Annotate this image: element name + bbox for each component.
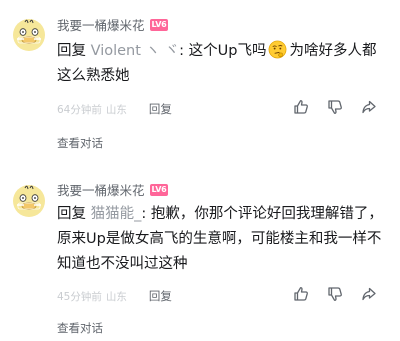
share-icon[interactable] [360,285,378,303]
thumbs-up-icon[interactable] [292,98,310,116]
comment-meta: 45分钟前 山东 回复 [57,288,172,304]
username-text[interactable]: 我要一桶爆米花 [57,180,145,199]
level-badge: LV6 [149,183,169,196]
reply-prefix: 回复 [57,43,86,59]
level-badge: LV6 [149,18,169,31]
comment-time: 64分钟前 [57,103,102,116]
reply-prefix: 回复 [57,206,86,222]
comment-time: 45分钟前 [57,290,102,303]
comment-region: 山东 [105,290,127,303]
share-icon[interactable] [360,98,378,116]
view-thread-link[interactable]: 查看对话 [57,135,103,151]
view-thread-link[interactable]: 查看对话 [57,320,103,336]
comment-actions [292,285,378,303]
comment-region: 山东 [105,103,127,116]
comment-content: 回复 猫猫能_: 抱歉，你那个评论好回我理解错了，原来Up是做女高飞的生意啊，可… [57,202,384,277]
comment-item: 我要一桶爆米花 LV6 回复 猫猫能_: 抱歉，你那个评论好回我理解错了，原来U… [0,170,400,341]
thumbs-down-icon[interactable] [326,285,344,303]
reply-to-user[interactable]: Violent ヽ ヾ [91,43,180,59]
thumbs-down-icon[interactable] [326,98,344,116]
thumbs-up-icon[interactable] [292,285,310,303]
username[interactable]: 我要一桶爆米花 LV6 [57,180,169,199]
username-text[interactable]: 我要一桶爆米花 [57,15,145,34]
avatar[interactable] [12,18,46,52]
comment-text-part-1: : 这个Up飞吗 [179,43,267,59]
avatar[interactable] [12,184,46,218]
comment-meta: 64分钟前 山东 回复 [57,101,172,117]
thinking-face-emoji-icon [269,40,287,59]
comment-content: 回复 Violent ヽ ヾ: 这个Up飞吗 为啥好多人都这么熟悉她 [57,39,384,89]
comment-item: 我要一桶爆米花 LV6 回复 Violent ヽ ヾ: 这个Up飞吗 为啥好多人… [0,0,400,170]
comment-actions [292,98,378,116]
username[interactable]: 我要一桶爆米花 LV6 [57,15,169,34]
reply-button[interactable]: 回复 [149,101,172,117]
reply-button[interactable]: 回复 [149,288,172,304]
reply-to-user[interactable]: 猫猫能_ [91,206,142,222]
